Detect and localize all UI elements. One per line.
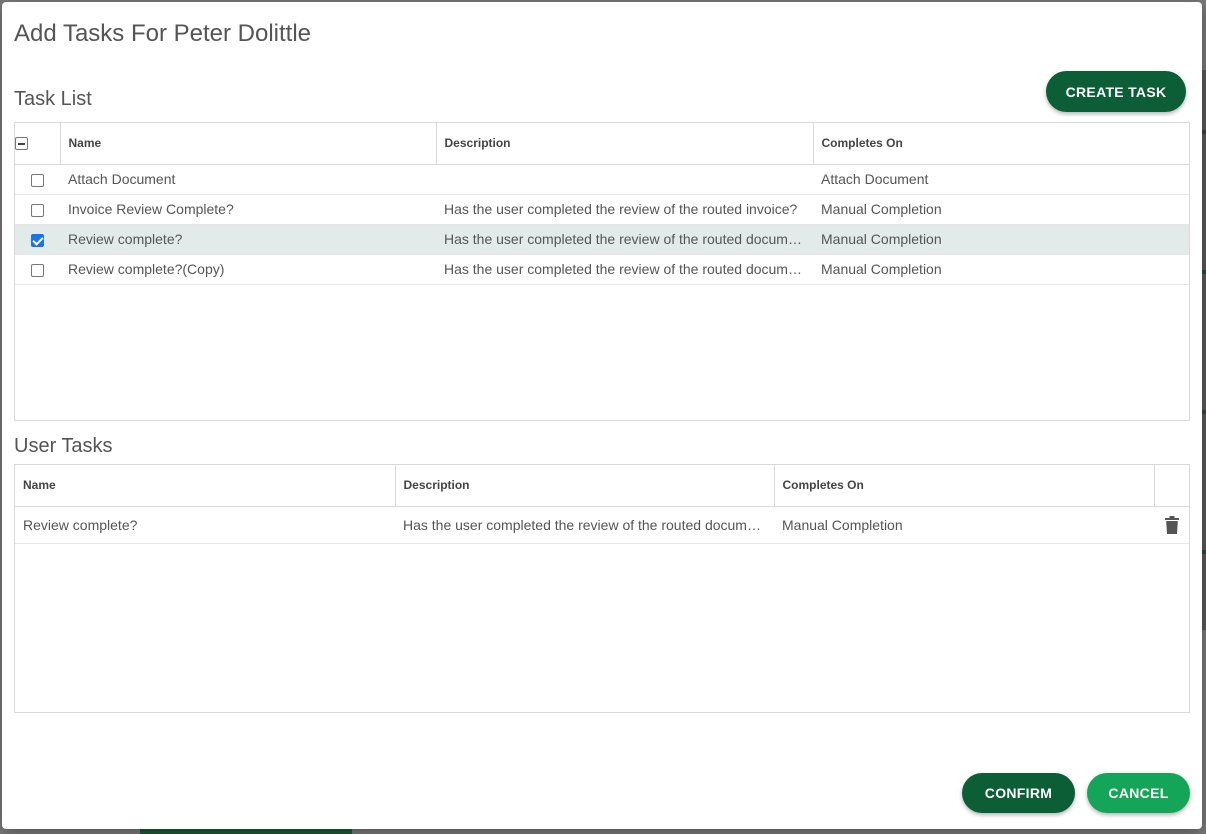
- column-header-completes-on[interactable]: Completes On: [813, 123, 1189, 165]
- create-task-button[interactable]: CREATE TASK: [1046, 71, 1186, 112]
- task-name: Review complete?(Copy): [60, 254, 436, 285]
- user-task-completes-on: Manual Completion: [774, 506, 1154, 544]
- column-header-name[interactable]: Name: [60, 123, 437, 165]
- confirm-button[interactable]: CONFIRM: [962, 773, 1075, 813]
- table-row[interactable]: Attach Document Attach Document: [15, 164, 1189, 195]
- task-description: Has the user completed the review of the…: [436, 254, 813, 285]
- task-completes-on: Manual Completion: [813, 224, 1189, 255]
- task-name: Review complete?: [60, 224, 436, 255]
- task-list-header-row: Name Description Completes On: [15, 123, 1189, 165]
- task-list-title: Task List: [14, 88, 92, 110]
- select-all-checkbox[interactable]: [15, 137, 28, 151]
- task-name: Invoice Review Complete?: [60, 194, 436, 225]
- user-tasks-header-row: Name Description Completes On: [15, 465, 1189, 507]
- task-description: Has the user completed the review of the…: [436, 194, 813, 225]
- user-task-description: Has the user completed the review of the…: [395, 506, 774, 544]
- column-header-completes-on[interactable]: Completes On: [774, 465, 1155, 507]
- task-name: Attach Document: [60, 164, 436, 195]
- trash-icon[interactable]: [1164, 515, 1179, 534]
- user-tasks-title: User Tasks: [14, 435, 113, 457]
- user-task-name: Review complete?: [15, 506, 395, 544]
- task-completes-on: Attach Document: [813, 164, 1189, 195]
- table-row[interactable]: Invoice Review Complete? Has the user co…: [15, 194, 1189, 225]
- task-description: [436, 164, 813, 195]
- user-tasks-grid: Name Description Completes On Review com…: [14, 464, 1190, 713]
- table-row[interactable]: Review complete?(Copy) Has the user comp…: [15, 254, 1189, 285]
- select-all-cell[interactable]: [15, 123, 61, 165]
- row-checkbox[interactable]: [31, 263, 44, 277]
- task-list-grid: Name Description Completes On Attach Doc…: [14, 122, 1190, 421]
- task-completes-on: Manual Completion: [813, 254, 1189, 285]
- cancel-button[interactable]: CANCEL: [1087, 773, 1190, 813]
- row-checkbox[interactable]: [31, 173, 44, 187]
- column-header-description[interactable]: Description: [395, 465, 775, 507]
- table-row[interactable]: Review complete? Has the user completed …: [15, 224, 1189, 255]
- task-completes-on: Manual Completion: [813, 194, 1189, 225]
- column-header-name[interactable]: Name: [15, 465, 396, 507]
- add-tasks-dialog: Add Tasks For Peter Dolittle Task List C…: [2, 2, 1202, 829]
- table-row[interactable]: Review complete? Has the user completed …: [15, 506, 1189, 544]
- task-description: Has the user completed the review of the…: [436, 224, 813, 255]
- dialog-title: Add Tasks For Peter Dolittle: [14, 20, 312, 47]
- row-checkbox[interactable]: [31, 233, 44, 247]
- row-checkbox[interactable]: [31, 203, 44, 217]
- column-header-description[interactable]: Description: [436, 123, 814, 165]
- column-header-actions: [1154, 465, 1189, 507]
